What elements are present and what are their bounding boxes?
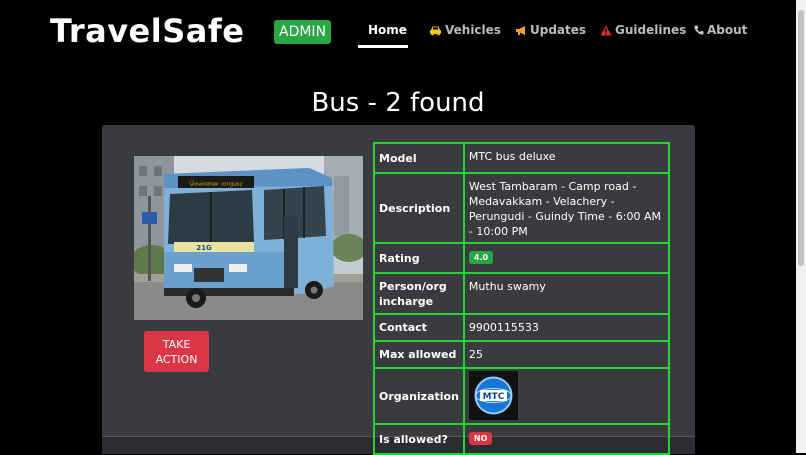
table-row: Rating 4.0 <box>373 242 671 274</box>
table-row: Model MTC bus deluxe <box>373 142 671 174</box>
is-allowed-cell: NO <box>462 423 671 455</box>
megaphone-icon <box>515 25 527 36</box>
max-allowed-value: 25 <box>462 340 671 369</box>
nav-updates[interactable]: Updates <box>515 22 586 38</box>
organization-label: Organization <box>373 367 465 425</box>
table-row: Is allowed? NO <box>373 423 671 455</box>
car-icon <box>429 25 442 36</box>
max-allowed-label: Max allowed <box>373 340 465 369</box>
description-value: West Tambaram - Camp road - Medavakkam -… <box>462 172 671 244</box>
page-scrollbar[interactable] <box>796 0 806 453</box>
vehicle-details-table: Model MTC bus deluxe Description West Ta… <box>373 142 671 455</box>
table-row: Person/org incharge Muthu swamy <box>373 272 671 315</box>
person-incharge-label: Person/org incharge <box>373 272 465 315</box>
table-row: Description West Tambaram - Camp road - … <box>373 172 671 244</box>
nav-about[interactable]: About <box>694 22 747 38</box>
table-row: Organization MTC <box>373 367 671 425</box>
rating-cell: 4.0 <box>462 242 671 274</box>
bus-photo: சென்னை மாநகர 21G <box>134 156 363 320</box>
contact-label: Contact <box>373 313 465 342</box>
admin-badge: ADMIN <box>274 20 332 44</box>
nav-about-label: About <box>707 23 748 37</box>
nav-guidelines[interactable]: Guidelines <box>600 22 686 38</box>
org-logo-text: MTC <box>483 392 505 402</box>
nav-active-indicator <box>358 45 408 48</box>
rating-badge: 4.0 <box>468 251 494 264</box>
nav-updates-label: Updates <box>530 23 587 37</box>
model-label: Model <box>373 142 465 174</box>
nav-vehicles-label: Vehicles <box>445 23 501 37</box>
is-allowed-badge: NO <box>468 432 493 445</box>
take-action-button[interactable]: TAKE ACTION <box>144 331 209 372</box>
page-title: Bus - 2 found <box>311 88 485 118</box>
organization-cell: MTC <box>462 367 671 425</box>
nav-home[interactable]: Home <box>368 22 407 38</box>
table-row: Contact 9900115533 <box>373 313 671 342</box>
person-incharge-value: Muthu swamy <box>462 272 671 315</box>
mtc-logo-icon: MTC <box>468 371 518 420</box>
warning-icon <box>600 25 612 36</box>
brand-logo[interactable]: TravelSafe <box>50 12 244 50</box>
model-value: MTC bus deluxe <box>462 142 671 174</box>
bus-sign-text: சென்னை மாநகர <box>189 180 243 188</box>
scrollbar-thumb[interactable] <box>798 10 804 266</box>
contact-value: 9900115533 <box>462 313 671 342</box>
description-label: Description <box>373 172 465 244</box>
navbar: TravelSafe ADMIN Home Vehicles Updates G… <box>0 0 796 70</box>
bus-route-number: 21G <box>196 244 212 252</box>
nav-guidelines-label: Guidelines <box>615 23 687 37</box>
rating-label: Rating <box>373 242 465 274</box>
nav-vehicles[interactable]: Vehicles <box>429 22 501 38</box>
table-row: Max allowed 25 <box>373 340 671 369</box>
phone-icon <box>694 25 704 35</box>
nav-home-label: Home <box>368 23 407 37</box>
is-allowed-label: Is allowed? <box>373 423 465 455</box>
